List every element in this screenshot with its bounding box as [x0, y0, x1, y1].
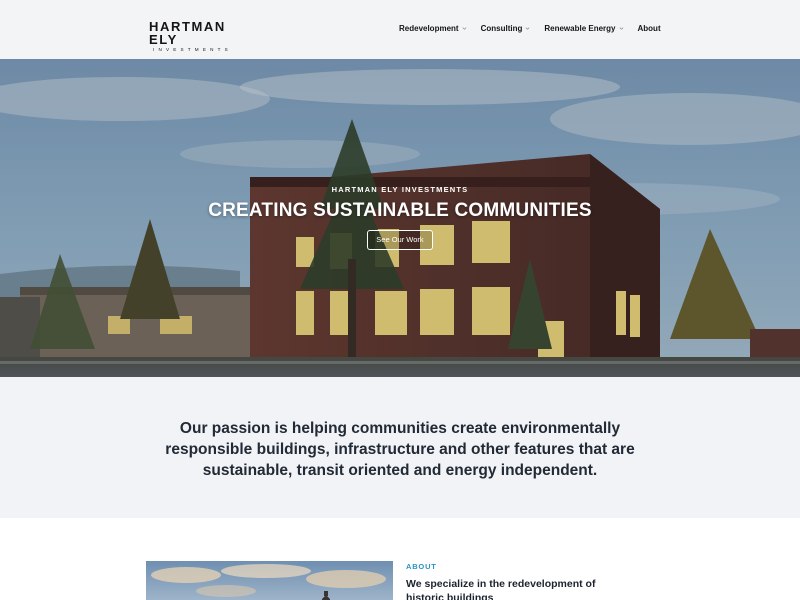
nav-item-renewable-energy[interactable]: Renewable Energy [544, 24, 623, 33]
about-section: ABOUT We specialize in the redevelopment… [0, 518, 800, 600]
mission-statement: Our passion is helping communities creat… [165, 420, 635, 479]
logo-tagline: INVESTMENTS [153, 47, 232, 52]
hero-content: HARTMAN ELY INVESTMENTS CREATING SUSTAIN… [0, 59, 800, 377]
nav-label: Renewable Energy [544, 24, 616, 33]
chevron-down-icon [462, 26, 467, 31]
mission-section: Our passion is helping communities creat… [0, 377, 800, 518]
about-photo [146, 561, 393, 600]
nav-label: Consulting [480, 24, 523, 33]
nav-item-redevelopment[interactable]: Redevelopment [399, 24, 467, 33]
about-label: ABOUT [406, 562, 437, 571]
chevron-down-icon [525, 26, 530, 31]
about-heading: We specialize in the redevelopment of hi… [406, 578, 596, 600]
about-image [146, 561, 393, 600]
nav-item-consulting[interactable]: Consulting [481, 24, 531, 33]
site-logo[interactable]: HARTMAN ELY INVESTMENTS [149, 20, 249, 53]
logo-name: HARTMAN ELY [149, 19, 226, 47]
hero-eyebrow: HARTMAN ELY INVESTMENTS [331, 185, 469, 194]
main-nav: Redevelopment Consulting Renewable Energ… [399, 24, 661, 33]
site-header: HARTMAN ELY INVESTMENTS Redevelopment Co… [0, 0, 800, 59]
chevron-down-icon [619, 26, 624, 31]
nav-item-about[interactable]: About [638, 24, 661, 33]
hero-section: HARTMAN ELY INVESTMENTS CREATING SUSTAIN… [0, 59, 800, 377]
hero-headline: CREATING SUSTAINABLE COMMUNITIES [208, 200, 592, 221]
nav-label: Redevelopment [399, 24, 459, 33]
nav-label: About [637, 24, 661, 33]
see-our-work-button[interactable]: See Our Work [367, 230, 433, 250]
